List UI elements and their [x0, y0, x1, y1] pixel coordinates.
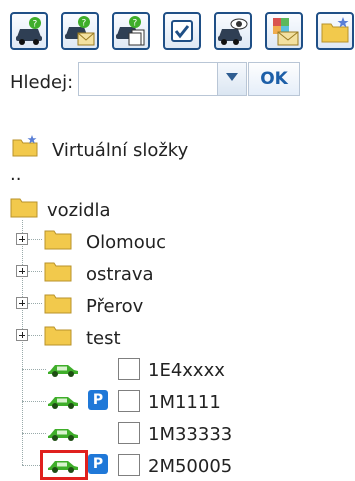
- tree-line: [22, 433, 46, 434]
- search-input[interactable]: [78, 62, 218, 96]
- car-icon[interactable]: [46, 456, 80, 474]
- vehicle-search-button[interactable]: ?: [10, 12, 48, 50]
- tree-folder-ostrava[interactable]: ostrava: [86, 264, 154, 285]
- vehicle-checkbox[interactable]: [118, 454, 140, 476]
- vehicle-view-icon: [218, 18, 248, 45]
- tree-line: [22, 220, 23, 465]
- vehicle-label[interactable]: 1M33333: [148, 424, 232, 445]
- car-icon: [48, 429, 78, 441]
- tree-folder-test[interactable]: test: [86, 328, 121, 349]
- folder-icon: [44, 230, 72, 250]
- vehicle-label[interactable]: 2M50005: [148, 456, 232, 477]
- folder-icon: [44, 262, 72, 282]
- svg-text:?: ?: [82, 19, 87, 29]
- tree-line: [22, 369, 46, 370]
- svg-text:?: ?: [33, 20, 38, 30]
- parking-icon: P: [88, 390, 108, 410]
- expand-test-button[interactable]: [16, 329, 28, 341]
- checkbox-select-icon: [171, 20, 193, 42]
- vehicle-mail-button[interactable]: ?: [61, 12, 99, 50]
- virtual-folder-icon: [12, 135, 38, 157]
- search-label: Hledej:: [10, 72, 74, 93]
- folder-icon: [10, 198, 38, 218]
- vehicle-report-button[interactable]: ?: [112, 12, 150, 50]
- map-mail-icon: [273, 18, 299, 46]
- vehicle-mail-icon: ?: [65, 16, 95, 46]
- new-folder-button[interactable]: [316, 12, 354, 50]
- vehicle-checkbox[interactable]: [118, 422, 140, 444]
- search-dropdown-button[interactable]: [217, 62, 247, 96]
- folder-icon: [44, 294, 72, 314]
- vehicle-search-icon: ?: [16, 17, 42, 45]
- vehicle-checkbox[interactable]: [118, 358, 140, 380]
- virtual-folders-label[interactable]: Virtuální složky: [52, 140, 188, 161]
- expand-prerov-button[interactable]: [16, 297, 28, 309]
- parking-icon: P: [88, 454, 108, 474]
- tree-folder-olomouc[interactable]: Olomouc: [86, 232, 166, 253]
- map-mail-button[interactable]: [265, 12, 303, 50]
- vehicle-label[interactable]: 1E4xxxx: [148, 360, 225, 381]
- car-icon: [48, 365, 78, 377]
- tree-line: [28, 239, 42, 240]
- new-folder-icon: [321, 17, 349, 43]
- vehicle-report-icon: ?: [116, 16, 145, 46]
- expand-olomouc-button[interactable]: [16, 233, 28, 245]
- ok-button[interactable]: OK: [248, 62, 300, 96]
- expand-ostrava-button[interactable]: [16, 265, 28, 277]
- vehicle-label[interactable]: 1M1111: [148, 392, 221, 413]
- search-bar: Hledej: OK: [10, 62, 350, 100]
- tree-line: [22, 465, 40, 466]
- folder-icon: [44, 326, 72, 346]
- vehicle-view-button[interactable]: [214, 12, 252, 50]
- tree-folder-prerov[interactable]: Přerov: [86, 296, 143, 317]
- vehicle-checkbox[interactable]: [118, 390, 140, 412]
- car-icon: [48, 397, 78, 409]
- tree-line: [22, 401, 46, 402]
- tree-line: [28, 335, 42, 336]
- parent-folder-link[interactable]: ..: [10, 164, 21, 185]
- tree-line: [28, 271, 42, 272]
- chevron-down-icon: [226, 73, 238, 81]
- checkbox-select-button[interactable]: [163, 12, 201, 50]
- svg-text:?: ?: [133, 19, 138, 29]
- tree-line: [28, 303, 42, 304]
- tree-root-vozidla[interactable]: vozidla: [47, 200, 111, 221]
